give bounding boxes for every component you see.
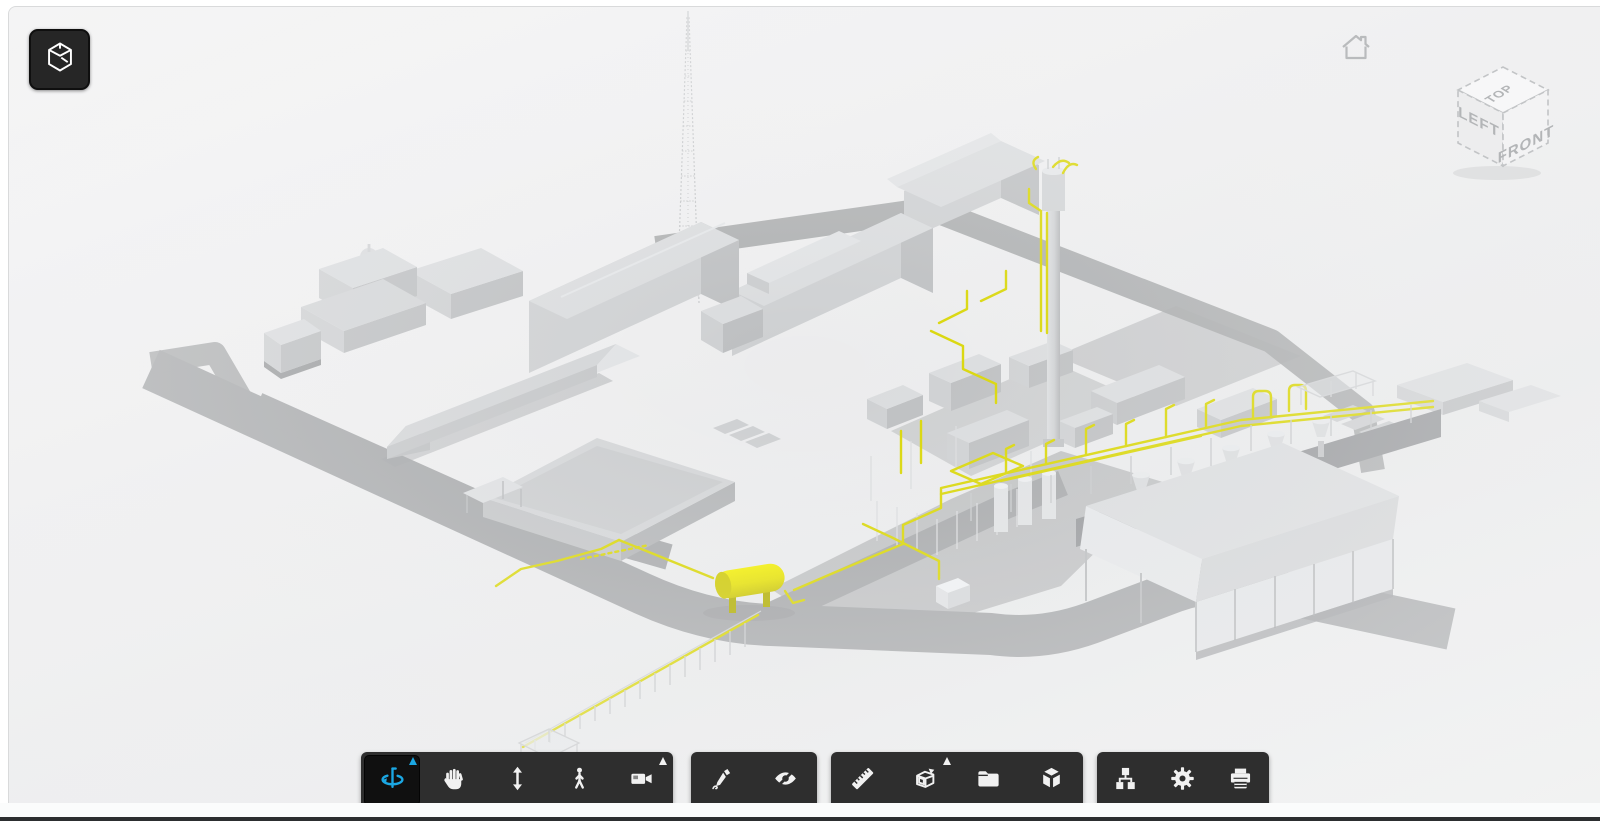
printer-icon: [1227, 765, 1254, 797]
eye-slash-icon: [772, 765, 799, 797]
building-gable-large[interactable]: [529, 222, 763, 373]
dropdown-triangle-icon: [659, 757, 667, 765]
orbit-button[interactable]: [361, 752, 423, 804]
dropdown-triangle-icon: [409, 757, 417, 765]
print-button[interactable]: [1212, 752, 1269, 804]
building-slab[interactable]: [409, 248, 523, 319]
pencil-icon: [709, 765, 736, 797]
settings-button[interactable]: [1154, 752, 1211, 804]
toolbar-group-navigation: [361, 752, 673, 804]
pipeline-southwest[interactable]: [519, 611, 761, 768]
building-gable-east-b[interactable]: [1197, 388, 1277, 438]
explode-model-icon: [1038, 765, 1065, 797]
walk-button[interactable]: [548, 752, 610, 804]
dropdown-triangle-icon: [943, 757, 951, 765]
toolbar-group-model: [831, 752, 1083, 804]
home-icon: [1340, 48, 1372, 65]
building-slabs-far-right[interactable]: [1397, 363, 1561, 422]
toolbar-group-markup: [691, 752, 817, 804]
orbit-icon: [379, 765, 406, 797]
content-button[interactable]: [957, 752, 1020, 804]
building-shed-small[interactable]: [264, 319, 321, 379]
section-button[interactable]: [894, 752, 957, 804]
ruler-icon: [849, 765, 876, 797]
camera-button[interactable]: [611, 752, 673, 804]
vertical-arrows-icon: [504, 765, 531, 797]
site-model[interactable]: [9, 7, 1600, 804]
gear-icon: [1169, 765, 1196, 797]
folder-icon: [975, 765, 1002, 797]
pan-button[interactable]: [423, 752, 485, 804]
window-bottom-bar: [0, 817, 1600, 821]
model-browser-button[interactable]: [29, 29, 90, 90]
hierarchy-icon: [1112, 765, 1139, 797]
hand-icon: [441, 765, 468, 797]
toolbar-group-app: [1097, 752, 1269, 804]
explode-button[interactable]: [1020, 752, 1083, 804]
video-camera-icon: [628, 765, 655, 797]
hide-button[interactable]: [754, 752, 817, 804]
window-bottom-strip: [0, 803, 1600, 817]
home-button[interactable]: [1340, 33, 1372, 61]
viewer-canvas[interactable]: TOP LEFT FRONT: [8, 6, 1600, 804]
person-icon: [566, 765, 593, 797]
zoom-button[interactable]: [486, 752, 548, 804]
model-structure-button[interactable]: [1097, 752, 1154, 804]
viewcube[interactable]: TOP LEFT FRONT: [1445, 61, 1561, 183]
measure-button[interactable]: [831, 752, 894, 804]
markup-button[interactable]: [691, 752, 754, 804]
cube-outline-icon: [42, 38, 78, 81]
section-box-icon: [912, 765, 939, 797]
